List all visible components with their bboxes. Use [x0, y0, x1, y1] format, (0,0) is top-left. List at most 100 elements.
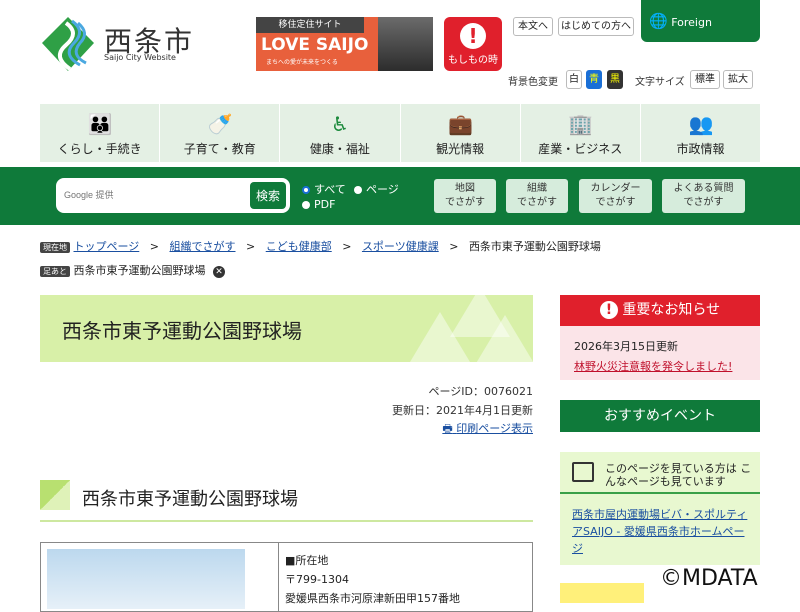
page-title: 西条市東予運動公園野球場 — [62, 319, 302, 343]
search-input[interactable] — [64, 186, 244, 204]
suitcase-icon: 💼 — [448, 112, 473, 136]
banner-top: 移住定住サイト — [256, 17, 364, 33]
family-icon: 👪 — [87, 112, 113, 136]
print-link[interactable]: 🖶 印刷ページ表示 — [442, 420, 533, 439]
first-time-button[interactable]: はじめての方へ — [558, 17, 634, 36]
notice-title: 重要なお知らせ — [622, 302, 721, 318]
emergency-label: もしもの時 — [448, 55, 498, 66]
love-saijo-banner[interactable]: 移住定住サイト LOVE SAIJO まちへの愛が未来をつくる — [256, 17, 433, 71]
btn-line: でさがす — [683, 197, 724, 208]
exclamation-icon: ! — [460, 23, 486, 49]
breadcrumb-link[interactable]: スポーツ健康課 — [362, 240, 439, 253]
nav-label: 子育て・教育 — [183, 142, 256, 156]
org-search-button[interactable]: 組織 でさがす — [506, 179, 568, 213]
calendar-box[interactable] — [560, 583, 644, 603]
skip-to-content-button[interactable]: 本文へ — [513, 17, 553, 36]
building-icon: 🏢 — [568, 112, 594, 136]
page-id: ページID：0076021 — [428, 385, 533, 398]
banner-photo — [378, 17, 433, 71]
calendar-search-button[interactable]: カレンダー でさがす — [579, 179, 652, 213]
radio-page[interactable]: ページ — [354, 181, 399, 197]
btn-line: 組織 — [527, 183, 547, 194]
nav-health[interactable]: ♿ 健康・福祉 — [280, 104, 401, 162]
btn-line: 地図 — [455, 183, 475, 194]
baby-bottle-icon: 🍼 — [207, 112, 233, 136]
nav-business[interactable]: 🏢 産業・ビジネス — [521, 104, 641, 162]
sep: > — [449, 240, 459, 253]
breadcrumb-link[interactable]: 組織でさがす — [170, 240, 236, 253]
footprint-item[interactable]: 西条市東予運動公園野球場 — [74, 264, 206, 277]
map-search-button[interactable]: 地図 でさがす — [434, 179, 496, 213]
footprint-tag: 足あと — [40, 266, 70, 277]
bg-blue-button[interactable]: 青 — [586, 70, 602, 89]
radio-label: PDF — [314, 198, 336, 211]
search-button[interactable]: 検索 — [250, 182, 286, 209]
radio-all[interactable]: すべて — [302, 181, 346, 197]
notice-link[interactable]: 林野火災注意報を発令しました! — [574, 358, 746, 374]
nav-label: 健康・福祉 — [309, 142, 370, 156]
foreign-language-button[interactable]: 🌐 Foreign language — [641, 0, 760, 71]
nav-label: 観光情報 — [436, 142, 485, 156]
nav-label: 産業・ビジネス — [538, 142, 623, 156]
faq-search-button[interactable]: よくある質問 でさがす — [662, 179, 745, 213]
close-icon[interactable]: ✕ — [213, 266, 225, 278]
postal-code: 〒799-1304 — [285, 573, 349, 586]
btn-line: でさがす — [445, 197, 485, 208]
related-title: このページを見ている方は こんなページも見ています — [605, 462, 752, 488]
nav-tourism[interactable]: 💼 観光情報 — [401, 104, 521, 162]
related-pages: このページを見ている方は こんなページも見ています 西条市屋内運動場ビバ・スポル… — [560, 452, 760, 565]
address: 愛媛県西条市河原津新田甲157番地 — [285, 592, 460, 605]
footprint: 足あと 西条市東予運動公園野球場 ✕ — [40, 262, 225, 278]
info-label: ■所在地 — [285, 554, 329, 567]
sep: > — [149, 240, 159, 253]
important-notice-header: ! 重要なお知らせ — [560, 295, 760, 326]
font-size-label: 文字サイズ — [635, 77, 685, 88]
radio-label: すべて — [314, 183, 346, 196]
facility-photo — [41, 543, 279, 611]
radio-label: ページ — [366, 183, 399, 196]
nav-living[interactable]: 👪 くらし・手続き — [40, 104, 161, 162]
global-nav: 👪 くらし・手続き 🍼 子育て・教育 ♿ 健康・福祉 💼 観光情報 🏢 産業・ビジネス 👥… — [40, 104, 760, 162]
nav-government[interactable]: 👥 市政情報 — [641, 104, 760, 162]
logo-subtitle: Saijo City Website — [104, 53, 176, 62]
btn-line: でさがす — [595, 197, 636, 208]
exclamation-icon: ! — [599, 301, 618, 319]
search-box: 検索 — [56, 178, 290, 213]
nav-childcare[interactable]: 🍼 子育て・教育 — [160, 104, 281, 162]
radio-pdf[interactable]: PDF — [302, 198, 335, 211]
meeting-icon: 👥 — [688, 112, 714, 136]
radio-dot — [302, 201, 310, 209]
btn-line: カレンダー — [590, 183, 641, 194]
city-logo-icon[interactable] — [40, 15, 98, 73]
heading-text: 西条市東予運動公園野球場 — [82, 489, 298, 510]
bg-black-button[interactable]: 黒 — [607, 70, 623, 89]
nav-label: くらし・手続き — [57, 142, 142, 156]
notice-body: 2026年3月15日更新林野火災注意報を発令しました! — [560, 326, 760, 380]
radio-dot — [302, 186, 310, 194]
breadcrumb-current: 西条市東予運動公園野球場 — [468, 240, 601, 253]
page-title-banner: 西条市東予運動公園野球場 — [40, 295, 533, 362]
font-large-button[interactable]: 拡大 — [723, 70, 753, 89]
bg-color-label: 背景色変更 — [508, 77, 558, 88]
nav-label: 市政情報 — [676, 142, 725, 156]
recommended-events-button[interactable]: おすすめイベント — [560, 400, 760, 432]
emergency-button[interactable]: ! もしもの時 — [444, 17, 502, 71]
notice-date: 2026年3月15日更新 — [574, 340, 678, 353]
radio-dot — [354, 186, 362, 194]
sep: > — [342, 240, 352, 253]
font-standard-button[interactable]: 標準 — [690, 70, 720, 89]
wheelchair-icon: ♿ — [330, 112, 349, 136]
btn-line: でさがす — [517, 197, 557, 208]
decoration — [475, 315, 533, 362]
breadcrumb-link[interactable]: トップページ — [74, 240, 140, 253]
heading-mark-icon — [40, 480, 70, 510]
breadcrumb-link[interactable]: こども健康部 — [266, 240, 332, 253]
bg-white-button[interactable]: 白 — [566, 70, 582, 89]
watermark: ©MDATA — [660, 566, 758, 591]
breadcrumb-tag: 現在地 — [40, 242, 70, 253]
facility-table: ■所在地〒799-1304 愛媛県西条市河原津新田甲157番地 — [40, 542, 533, 612]
print-label: 印刷ページ表示 — [456, 422, 533, 435]
sep: > — [246, 240, 256, 253]
related-link[interactable]: 西条市屋内運動場ビバ・スポルティアSAIJO - 愛媛県西条市ホームページ — [560, 494, 760, 569]
btn-line: よくある質問 — [673, 183, 734, 194]
